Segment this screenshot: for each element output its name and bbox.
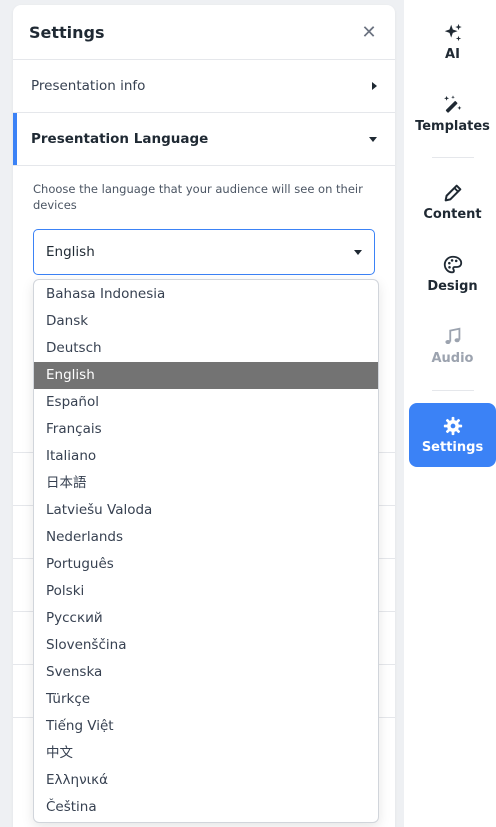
rail-item-settings[interactable]: Settings (409, 403, 496, 467)
rail-item-label: Content (423, 207, 482, 222)
rail-item-label: AI (445, 47, 460, 62)
rail-item-ai[interactable]: AI (409, 10, 496, 74)
rail-item-templates[interactable]: Templates (409, 82, 496, 146)
language-option[interactable]: Ελληνικά (34, 767, 378, 794)
language-option[interactable]: Français (34, 416, 378, 443)
language-option[interactable]: Svenska (34, 659, 378, 686)
rail-item-label: Design (427, 279, 478, 294)
close-icon[interactable]: ✕ (359, 22, 379, 43)
rail-item-label: Audio (431, 351, 474, 366)
language-select[interactable]: English (33, 229, 375, 275)
language-dropdown-list: Bahasa Indonesia Dansk Deutsch English Españ… (33, 279, 379, 823)
rail-item-label: Templates (415, 119, 490, 134)
language-option[interactable]: 日本語 (34, 470, 378, 497)
language-option[interactable]: Bahasa Indonesia (34, 281, 378, 308)
app-root: Settings ✕ Presentation info Presentatio… (0, 0, 496, 827)
rail-item-label: Settings (421, 440, 484, 455)
language-option[interactable]: 中文 (34, 740, 378, 767)
language-option[interactable]: Slovenščina (34, 632, 378, 659)
right-nav-rail: AI Templates Content Design Audio Settin… (404, 0, 496, 827)
language-option[interactable]: Español (34, 389, 378, 416)
panel-title: Settings (29, 22, 105, 42)
language-option[interactable]: Latviešu Valoda (34, 497, 378, 524)
language-option[interactable]: Nederlands (34, 524, 378, 551)
language-option[interactable]: Русский (34, 605, 378, 632)
language-option[interactable]: Čeština (34, 794, 378, 821)
language-option[interactable]: Deutsch (34, 335, 378, 362)
palette-icon (442, 254, 464, 276)
language-option[interactable]: Türkçe (34, 686, 378, 713)
section-presentation-info[interactable]: Presentation info (13, 60, 395, 113)
rail-divider (432, 157, 474, 158)
sparkles-icon (442, 22, 464, 44)
language-description: Choose the language that your audience w… (33, 182, 363, 212)
language-option[interactable]: Polski (34, 578, 378, 605)
caret-down-icon (369, 136, 377, 142)
section-label: Presentation info (31, 78, 146, 94)
section-presentation-language[interactable]: Presentation Language (13, 113, 395, 166)
rail-item-design[interactable]: Design (409, 242, 496, 306)
music-note-icon (442, 326, 464, 348)
caret-right-icon (372, 82, 377, 90)
language-option[interactable]: Italiano (34, 443, 378, 470)
language-option[interactable]: Português (34, 551, 378, 578)
rail-item-audio[interactable]: Audio (409, 314, 496, 378)
rail-divider (432, 390, 474, 391)
gear-icon (442, 415, 464, 437)
chevron-down-icon (354, 249, 362, 255)
language-select-value: English (46, 244, 95, 260)
rail-item-content[interactable]: Content (409, 170, 496, 234)
language-section-body: Choose the language that your audience w… (13, 166, 395, 275)
panel-header: Settings ✕ (13, 5, 395, 60)
section-label: Presentation Language (31, 131, 209, 147)
language-option[interactable]: English (34, 362, 378, 389)
pencil-icon (442, 182, 464, 204)
magic-wand-icon (442, 94, 464, 116)
language-option[interactable]: Dansk (34, 308, 378, 335)
language-option[interactable]: Tiếng Việt (34, 713, 378, 740)
